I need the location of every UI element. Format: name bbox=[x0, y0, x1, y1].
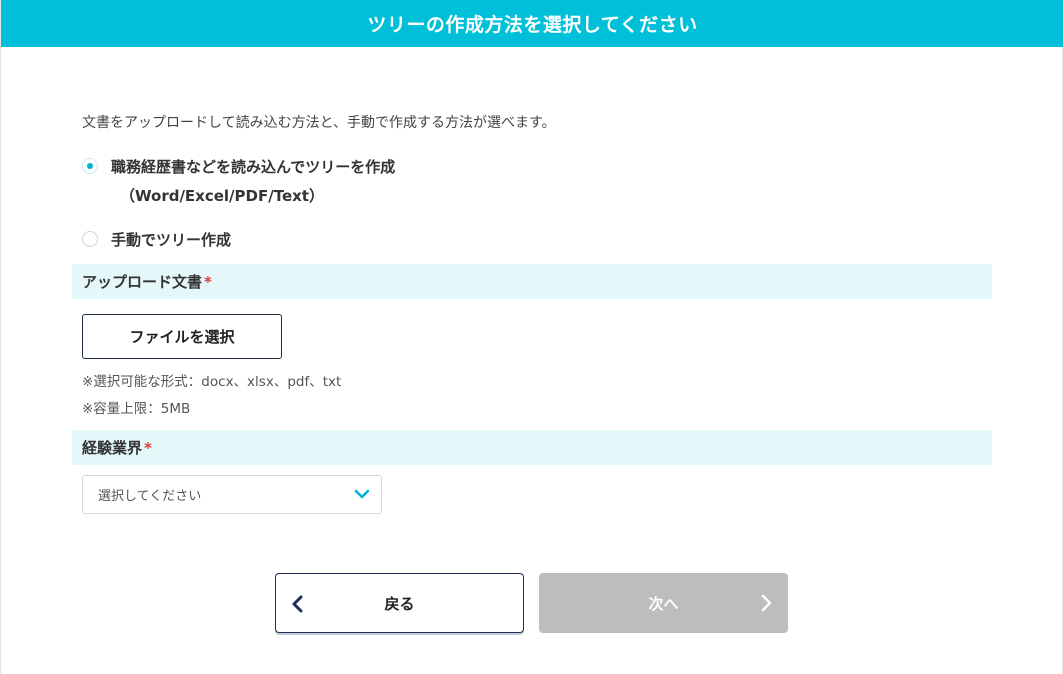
required-mark: * bbox=[144, 438, 152, 457]
radio-upload-selected[interactable] bbox=[82, 158, 98, 174]
upload-section-title: アップロード文書 bbox=[82, 273, 203, 291]
chevron-right-icon bbox=[761, 594, 772, 612]
back-button-label: 戻る bbox=[384, 594, 415, 613]
size-limit-note: ※容量上限：5MB bbox=[82, 401, 191, 417]
required-mark: * bbox=[204, 272, 212, 291]
description-text: 文書をアップロードして読み込む方法と、手動で作成する方法が選べます。 bbox=[82, 115, 556, 131]
page: ツリーの作成方法を選択してください 文書をアップロードして読み込む方法と、手動で… bbox=[0, 0, 1063, 674]
option-upload-sublabel: （Word/Excel/PDF/Text） bbox=[120, 187, 324, 205]
industry-section-header: 経験業界 * bbox=[72, 430, 992, 465]
option-manual-label: 手動でツリー作成 bbox=[111, 231, 232, 249]
radio-manual[interactable] bbox=[82, 231, 98, 247]
next-button[interactable]: 次へ bbox=[539, 573, 788, 633]
industry-section-title: 経験業界 bbox=[82, 439, 143, 457]
page-title: ツリーの作成方法を選択してください bbox=[367, 14, 698, 36]
chevron-down-icon bbox=[354, 489, 370, 499]
page-header: ツリーの作成方法を選択してください bbox=[1, 0, 1063, 47]
option-upload-document[interactable]: 職務経歴書などを読み込んでツリーを作成 （Word/Excel/PDF/Text… bbox=[82, 157, 395, 206]
upload-section-header: アップロード文書 * bbox=[72, 264, 992, 299]
industry-select[interactable]: 選択してください bbox=[82, 475, 382, 514]
back-button[interactable]: 戻る bbox=[275, 573, 524, 633]
next-button-label: 次へ bbox=[648, 594, 679, 613]
option-upload-label: 職務経歴書などを読み込んでツリーを作成 （Word/Excel/PDF/Text… bbox=[111, 157, 395, 206]
allowed-formats-note: ※選択可能な形式：docx、xlsx、pdf、txt bbox=[82, 374, 342, 390]
choose-file-button[interactable]: ファイルを選択 bbox=[82, 314, 282, 359]
industry-select-value: 選択してください bbox=[98, 489, 202, 504]
option-manual-create[interactable]: 手動でツリー作成 bbox=[82, 230, 231, 250]
chevron-left-icon bbox=[292, 595, 303, 613]
option-upload-text: 職務経歴書などを読み込んでツリーを作成 bbox=[111, 158, 396, 176]
